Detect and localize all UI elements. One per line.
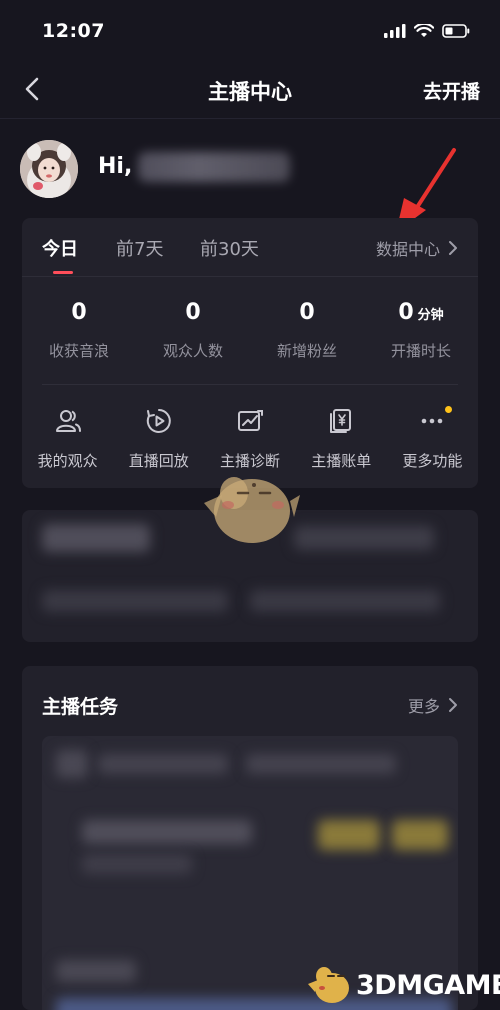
bill-icon	[330, 409, 352, 433]
nav-bar: 主播中心 去开播	[0, 62, 500, 119]
stats-card: 今日 前7天 前30天 数据中心 0 收获音浪 0 观众人数 0 新增粉丝 0分…	[22, 218, 478, 488]
stat-label: 收获音浪	[48, 342, 109, 360]
blurred-content	[42, 524, 150, 552]
wifi-icon	[414, 24, 434, 37]
tab-today[interactable]: 今日	[42, 235, 78, 261]
tab-7-days[interactable]: 前7天	[116, 235, 163, 261]
blurred-content	[294, 526, 434, 550]
stat-label: 观众人数	[162, 342, 223, 360]
blurred-content	[56, 750, 88, 778]
period-tabs: 今日 前7天 前30天 数据中心	[22, 218, 478, 277]
stat-value: 0	[250, 300, 364, 330]
more-label: 更多	[407, 697, 440, 716]
blurred-content	[42, 590, 228, 612]
blurred-content	[98, 754, 228, 774]
action-label: 直播回放	[128, 452, 189, 470]
stat-number: 0	[398, 300, 414, 325]
avatar-image	[20, 140, 78, 198]
tab-30-days[interactable]: 前30天	[200, 235, 259, 261]
stat-number: 0	[299, 300, 315, 325]
section-title: 主播任务	[42, 696, 119, 718]
battery-icon	[442, 24, 470, 38]
status-bar: 12:07	[0, 0, 500, 62]
stat-value: 0 分钟	[364, 300, 478, 330]
blurred-content	[250, 590, 440, 612]
live-replay-button[interactable]: 直播回放	[113, 406, 204, 482]
data-center-link[interactable]: 数据中心	[376, 236, 458, 260]
stat-income[interactable]: 0 收获音浪	[22, 300, 136, 380]
status-icons	[384, 24, 470, 38]
action-label: 更多功能	[402, 452, 463, 470]
blurred-content	[318, 820, 380, 850]
greeting: Hi,	[98, 154, 133, 179]
go-live-button[interactable]: 去开播	[423, 77, 480, 104]
blurred-content	[82, 820, 252, 844]
blurred-content	[56, 960, 136, 982]
stat-live-duration[interactable]: 0 分钟 开播时长	[364, 300, 478, 380]
redacted-username	[138, 152, 290, 182]
more-features-button[interactable]: 更多功能	[387, 406, 478, 482]
blurred-content	[82, 854, 192, 874]
watermark-mascot-icon	[308, 967, 349, 1003]
stat-new-fans[interactable]: 0 新增粉丝	[250, 300, 364, 380]
site-watermark: 3DMGAME	[306, 962, 500, 1006]
diagnosis-icon	[238, 410, 263, 431]
chevron-right-icon	[449, 698, 457, 712]
stat-value: 0	[136, 300, 250, 330]
notification-dot	[445, 406, 453, 413]
stat-value: 0	[22, 300, 136, 330]
data-center-label: 数据中心	[375, 240, 440, 259]
my-audience-button[interactable]: 我的观众	[22, 406, 113, 482]
stat-viewers[interactable]: 0 观众人数	[136, 300, 250, 380]
streamer-bill-button[interactable]: 主播账单	[296, 406, 387, 482]
action-label: 主播账单	[311, 452, 372, 470]
streamer-tasks-card: 主播任务 更多	[22, 666, 478, 1010]
avatar[interactable]	[20, 140, 78, 198]
audience-icon	[55, 410, 81, 432]
stat-label: 新增粉丝	[276, 342, 337, 360]
stat-unit: 分钟	[417, 308, 444, 323]
action-label: 我的观众	[37, 452, 98, 470]
more-tasks-link[interactable]: 更多	[408, 693, 458, 717]
active-tab-indicator	[53, 271, 73, 274]
replay-icon	[146, 409, 171, 433]
more-icon	[422, 418, 443, 424]
stat-number: 0	[185, 300, 201, 325]
signal-icon	[384, 24, 406, 38]
chevron-right-icon	[449, 241, 457, 255]
mascot-watermark-icon	[204, 477, 300, 543]
watermark-text: 3DMGAME	[356, 970, 500, 1001]
stat-number: 0	[71, 300, 87, 325]
divider	[42, 384, 458, 385]
status-time: 12:07	[42, 20, 105, 42]
stat-label: 开播时长	[390, 342, 451, 360]
blurred-content	[246, 754, 396, 774]
blurred-content	[392, 820, 448, 850]
stats-row: 0 收获音浪 0 观众人数 0 新增粉丝 0 分钟 开播时长	[22, 300, 478, 380]
